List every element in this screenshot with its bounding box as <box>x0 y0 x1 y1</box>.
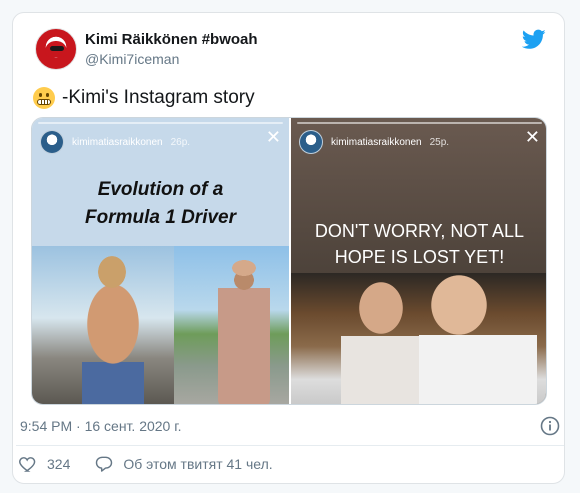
story-username: kimimatiasraikkonen <box>72 136 163 148</box>
story-progress-bar <box>297 122 542 124</box>
story-time: 26р. <box>170 136 191 148</box>
tweet-stats: 324 Об этом твитят 41 чел. <box>18 454 297 474</box>
user-handle[interactable]: @Kimi7iceman <box>85 51 179 67</box>
discussion-count: Об этом твитят 41 чел. <box>123 456 273 472</box>
story-header: kimimatiasraikkonen 26р. <box>40 130 190 154</box>
heart-icon <box>19 457 36 472</box>
grimacing-face-emoji-icon <box>33 87 55 109</box>
story-title: DON'T WORRY, NOT ALL HOPE IS LOST YET! <box>291 218 546 270</box>
story-title-line2: Formula 1 Driver <box>85 207 236 228</box>
helmet-visor <box>50 46 64 51</box>
info-icon[interactable] <box>540 416 560 436</box>
story-image-right[interactable]: kimimatiasraikkonen 25р. ✕ DON'T WORRY, … <box>291 118 546 404</box>
tweet-media[interactable]: kimimatiasraikkonen 26р. ✕ Evolution of … <box>31 117 547 405</box>
like-button[interactable]: 324 <box>18 454 70 474</box>
tweet-text-body: -Kimi's Instagram story <box>62 87 255 108</box>
divider <box>16 445 564 446</box>
story-username: kimimatiasraikkonen <box>331 136 422 148</box>
story-title-line1: Evolution of a <box>97 179 224 200</box>
story-title: Evolution of a Formula 1 Driver <box>32 176 289 232</box>
story-image-left[interactable]: kimimatiasraikkonen 26р. ✕ Evolution of … <box>32 118 289 404</box>
comment-icon <box>96 456 113 472</box>
close-icon[interactable]: ✕ <box>266 128 281 146</box>
tweet-text: -Kimi's Instagram story <box>33 87 255 109</box>
reply-discussion-link[interactable]: Об этом твитят 41 чел. <box>94 454 273 474</box>
story-avatar <box>299 130 323 154</box>
story-title-line1: DON'T WORRY, NOT ALL <box>314 221 525 241</box>
story-header: kimimatiasraikkonen 25р. <box>299 130 449 154</box>
profile-avatar[interactable] <box>35 28 77 70</box>
like-count: 324 <box>47 456 71 472</box>
photo-two-men <box>291 273 546 404</box>
twitter-bird-icon[interactable] <box>522 27 546 51</box>
display-name[interactable]: Kimi Räikkönen #bwoah <box>85 31 258 48</box>
story-avatar <box>40 130 64 154</box>
story-title-line2: HOPE IS LOST YET! <box>334 247 505 267</box>
photo-older-driver <box>174 246 289 404</box>
tweet-timestamp[interactable]: 9:54 PM · 16 сент. 2020 г. <box>20 418 182 434</box>
photo-young-driver <box>32 246 174 404</box>
story-time: 25р. <box>429 136 450 148</box>
close-icon[interactable]: ✕ <box>525 128 540 146</box>
story-progress-bar <box>38 122 283 124</box>
